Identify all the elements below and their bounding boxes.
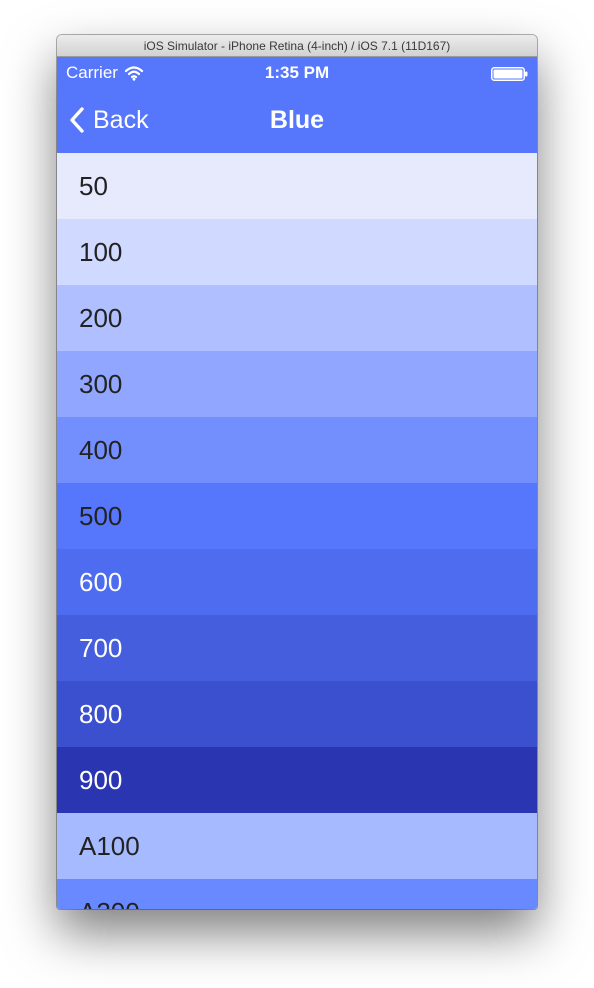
color-row-100[interactable]: 100 (57, 219, 537, 285)
color-row-700[interactable]: 700 (57, 615, 537, 681)
color-row-200[interactable]: 200 (57, 285, 537, 351)
color-row-label: A200 (79, 897, 140, 909)
color-row-600[interactable]: 600 (57, 549, 537, 615)
color-row-label: 700 (79, 633, 123, 663)
battery-icon (491, 67, 528, 81)
page-background: iOS Simulator - iPhone Retina (4-inch) /… (0, 0, 594, 988)
color-row-label: 500 (79, 501, 123, 531)
color-row-label: 800 (79, 699, 123, 729)
color-row-a200[interactable]: A200 (57, 879, 537, 909)
window-title: iOS Simulator - iPhone Retina (4-inch) /… (57, 35, 537, 57)
nav-title: Blue (269, 106, 325, 134)
device-screen: Carrier 1:35 PM Back Blue 50 100 200 300… (57, 57, 537, 909)
simulator-window: iOS Simulator - iPhone Retina (4-inch) /… (57, 35, 537, 909)
status-time: 1:35 PM (264, 63, 330, 82)
color-row-label: 400 (79, 435, 123, 465)
color-row-800[interactable]: 800 (57, 681, 537, 747)
color-row-a100[interactable]: A100 (57, 813, 537, 879)
color-row-300[interactable]: 300 (57, 351, 537, 417)
color-row-label: 50 (79, 171, 108, 201)
color-row-500[interactable]: 500 (57, 483, 537, 549)
color-row-label: 200 (79, 303, 123, 333)
color-row-label: 900 (79, 765, 123, 795)
color-row-label: 600 (79, 567, 123, 597)
color-row-900[interactable]: 900 (57, 747, 537, 813)
color-row-50[interactable]: 50 (57, 153, 537, 219)
navigation-bar: Carrier 1:35 PM Back Blue (57, 57, 537, 153)
color-row-label: 100 (79, 237, 123, 267)
color-row-label: 300 (79, 369, 123, 399)
color-shade-list: 50 100 200 300 400 500 600 700 800 900 A100 A200 (57, 153, 537, 909)
color-row-label: A100 (79, 831, 140, 861)
color-row-400[interactable]: 400 (57, 417, 537, 483)
status-bar: Carrier 1:35 PM (57, 57, 537, 87)
